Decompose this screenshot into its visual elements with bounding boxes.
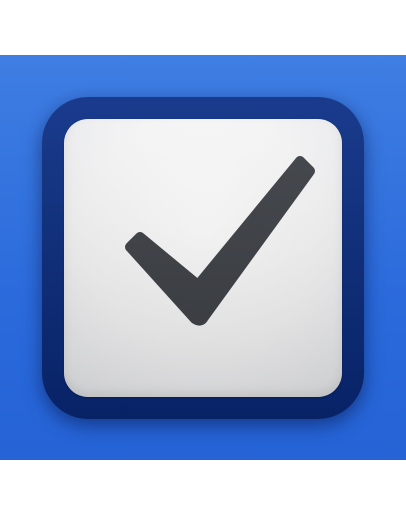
checkbox-tile: [64, 119, 342, 397]
screenshot-canvas: [0, 0, 406, 516]
app-icon-frame: [42, 97, 364, 419]
app-icon-background: [0, 55, 406, 460]
checkmark-icon: [125, 156, 315, 326]
